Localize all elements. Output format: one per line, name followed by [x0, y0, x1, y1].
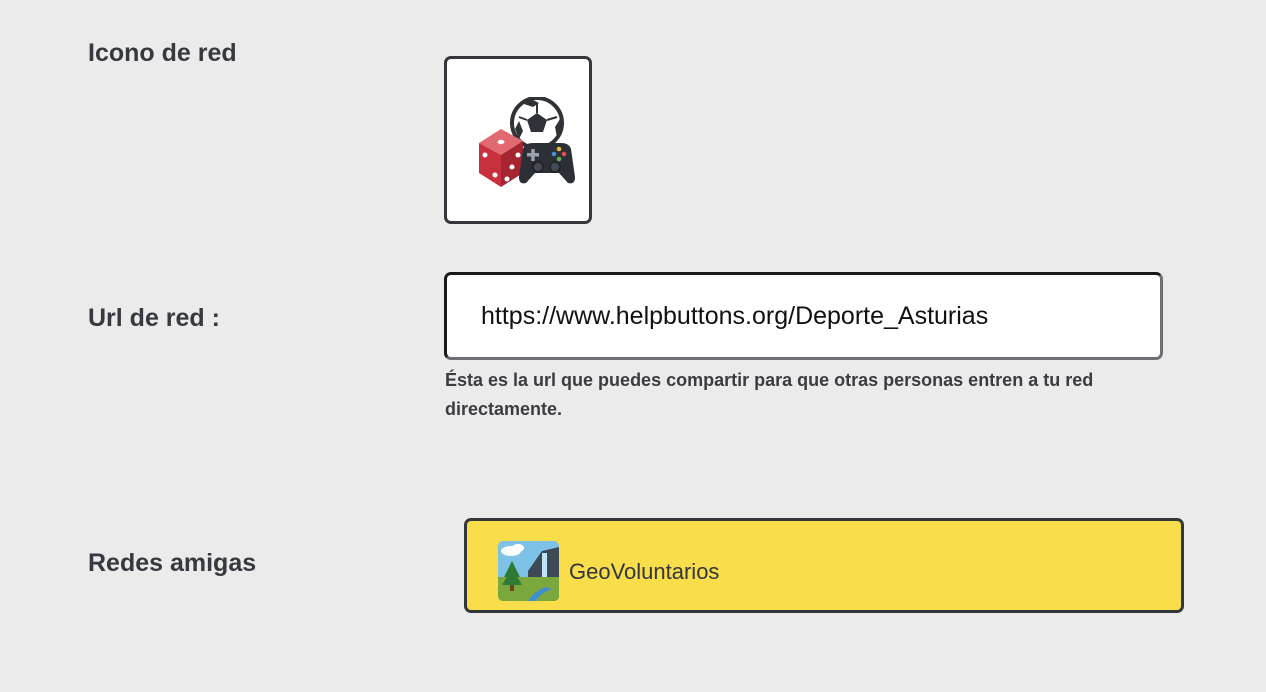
friend-network-name: GeoVoluntarios	[569, 559, 720, 584]
gamepad-icon	[519, 143, 575, 184]
network-url-field[interactable]	[444, 272, 1163, 360]
network-url-label: Url de red :	[88, 304, 220, 332]
network-url-hint: Ésta es la url que puedes compartir para…	[445, 370, 1094, 419]
dice-soccer-ball-gamepad-icon	[479, 97, 575, 187]
landscape-waterfall-icon	[498, 541, 559, 601]
friend-networks-label: Redes amigas	[88, 549, 257, 577]
friend-network-item[interactable]: GeoVoluntarios	[464, 518, 1184, 613]
dice-icon	[479, 129, 523, 187]
network-icon-label: Icono de red	[88, 39, 237, 67]
network-icon-picker[interactable]	[444, 56, 592, 224]
